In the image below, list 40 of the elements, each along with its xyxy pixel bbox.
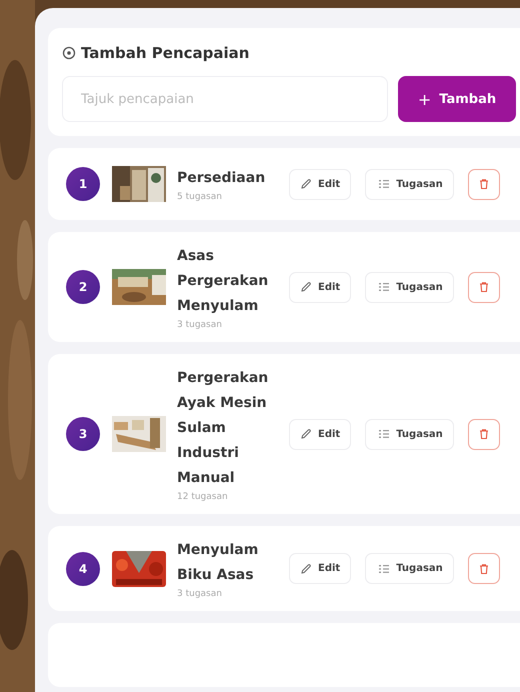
task-count: 12 tugasan bbox=[177, 492, 229, 502]
target-icon bbox=[62, 46, 76, 60]
delete-button[interactable] bbox=[468, 168, 500, 200]
task-count: 3 tugasan bbox=[177, 320, 223, 330]
step-number: 1 bbox=[66, 167, 100, 201]
edit-button[interactable]: Edit bbox=[289, 168, 352, 200]
achievement-title: Pergerakan Ayak Mesin Sulam Industri Manual bbox=[177, 369, 270, 488]
list-icon bbox=[378, 178, 390, 190]
task-count: 3 tugasan bbox=[177, 589, 223, 599]
trash-icon bbox=[478, 281, 490, 293]
achievement-title: Menyulam Biku Asas bbox=[177, 541, 260, 585]
edit-button[interactable]: Edit bbox=[289, 418, 352, 450]
list-icon bbox=[378, 562, 390, 574]
tasks-button[interactable]: Tugasan bbox=[365, 553, 454, 584]
edit-button[interactable]: Edit bbox=[289, 272, 352, 302]
pencil-icon bbox=[300, 428, 312, 440]
achievement-title: Persediaan bbox=[177, 169, 266, 188]
pencil-icon bbox=[300, 281, 312, 293]
list-icon bbox=[378, 428, 390, 440]
delete-button[interactable] bbox=[468, 272, 500, 302]
trash-icon bbox=[478, 562, 490, 574]
trash-icon bbox=[478, 428, 490, 440]
add-button[interactable]: + Tambah bbox=[398, 76, 516, 122]
input-field[interactable]: Tajuk pencapaian bbox=[62, 76, 388, 122]
delete-button[interactable] bbox=[468, 553, 500, 584]
tasks-button[interactable]: Tugasan bbox=[365, 272, 454, 302]
delete-button[interactable] bbox=[468, 418, 500, 450]
step-number: 2 bbox=[66, 270, 100, 304]
trash-icon bbox=[478, 178, 490, 190]
tasks-button[interactable]: Tugasan bbox=[365, 418, 454, 450]
pencil-icon bbox=[300, 178, 312, 190]
pencil-icon bbox=[300, 562, 312, 574]
achievement-title: Asas Pergerakan Menyulam bbox=[177, 247, 270, 316]
edit-button[interactable]: Edit bbox=[289, 553, 352, 584]
step-number: 3 bbox=[66, 417, 100, 451]
tasks-button[interactable]: Tugasan bbox=[365, 168, 454, 200]
list-icon bbox=[378, 281, 390, 293]
form-title: Tambah Pencapaian bbox=[81, 44, 250, 62]
step-number: 4 bbox=[66, 552, 100, 586]
task-count: 5 tugasan bbox=[177, 192, 223, 202]
